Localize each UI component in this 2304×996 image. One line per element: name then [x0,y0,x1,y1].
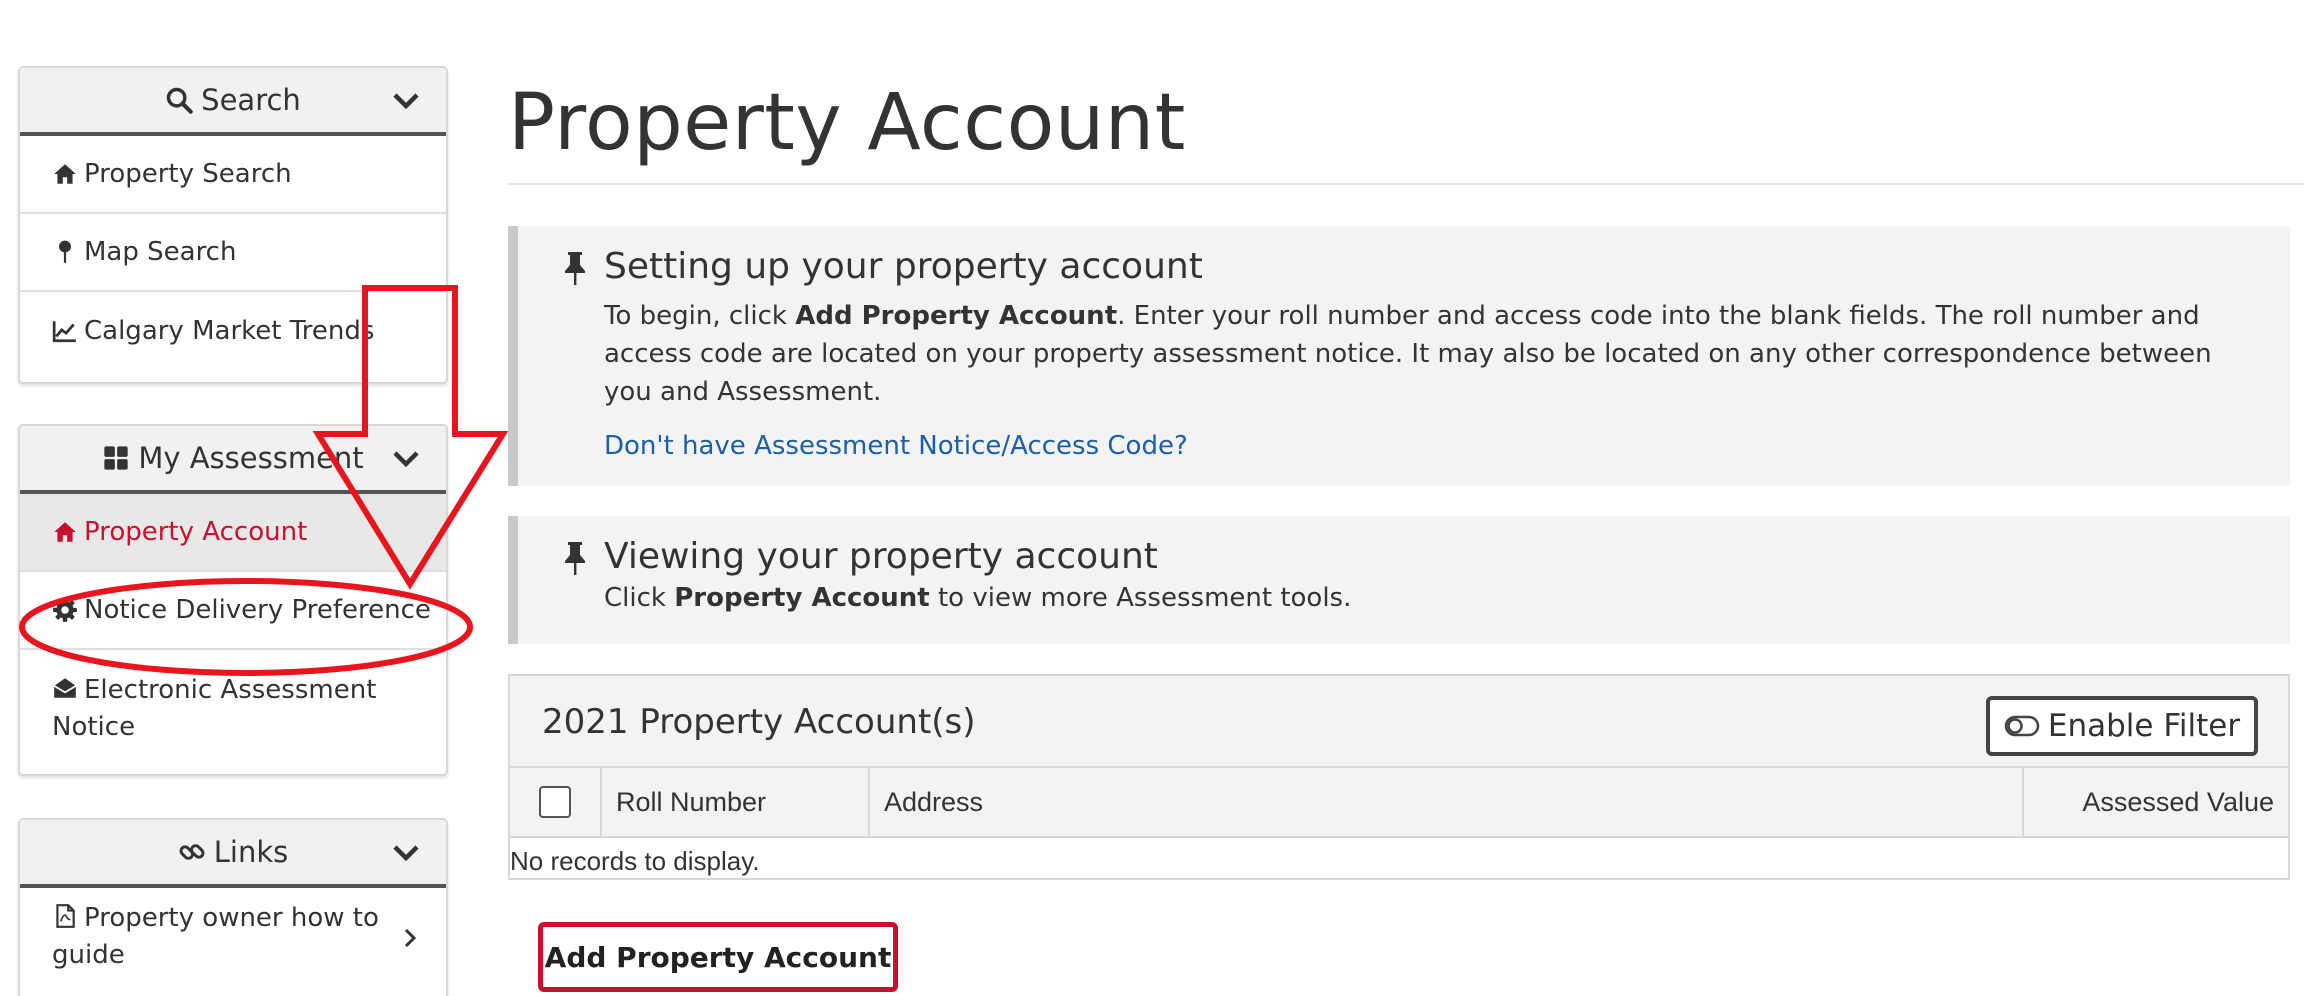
select-all-cell [510,768,602,836]
setup-info-callout: Setting up your property account To begi… [508,226,2290,486]
setup-text: To begin, click Add Property Account. En… [604,301,2212,407]
select-all-checkbox[interactable] [539,786,571,818]
envelope-open-icon [53,678,77,698]
search-panel-header[interactable]: Search [20,68,446,136]
sidebar-item-electronic-notice[interactable]: Electronic Assessment Notice [20,650,446,766]
grid-header: 2021 Property Account(s) Enable Filter [510,676,2288,768]
add-property-account-button[interactable]: Add Property Account [538,922,898,992]
chevron-right-icon [404,928,417,948]
sidebar-item-map-search[interactable]: Map Search [20,214,446,292]
sidebar-item-label: Map Search [84,237,237,267]
links-panel-header[interactable]: Links [20,820,446,888]
sidebar-item-label: Calgary Market Trends [84,316,375,346]
sidebar-item-label: Property owner how to guide [52,903,379,970]
search-panel: Search Property Search Map Search Calgar… [18,66,448,384]
title-divider [508,183,2304,185]
sidebar-item-notice-delivery-preference[interactable]: Notice Delivery Preference [20,572,446,650]
link-icon [179,844,205,860]
pushpin-icon [565,252,585,285]
grid-column-headers: Roll Number Address Assessed Value [510,768,2288,838]
links-panel: Links Property owner how to guide [18,818,448,996]
enable-filter-button[interactable]: Enable Filter [1986,696,2258,756]
enable-filter-label: Enable Filter [2047,708,2241,744]
column-header-roll-number[interactable]: Roll Number [602,768,870,836]
pdf-file-icon [56,904,75,928]
sidebar-item-property-account[interactable]: Property Account [20,494,446,572]
chevron-down-icon[interactable] [392,448,420,470]
gear-icon [53,598,77,622]
sidebar-item-label: Notice Delivery Preference [84,595,431,625]
line-chart-icon [52,321,76,343]
my-assessment-panel: My Assessment Property Account Notice De… [18,424,448,776]
viewing-text: Click Property Account to view more Asse… [604,583,1352,613]
sidebar-item-label: Property Account [84,517,308,547]
grid-title: 2021 Property Account(s) [542,702,976,742]
property-accounts-grid: 2021 Property Account(s) Enable Filter R… [508,674,2290,880]
empty-grid-message: No records to display. [510,846,760,876]
sidebar-item-property-search[interactable]: Property Search [20,136,446,214]
viewing-info-callout: Viewing your property account Click Prop… [508,516,2290,644]
links-panel-title: Links [213,835,289,869]
chevron-down-icon[interactable] [392,90,420,112]
home-icon [54,522,76,542]
page-title: Property Account [508,78,1186,168]
viewing-heading: Viewing your property account [604,536,1158,577]
sidebar-item-owner-guide[interactable]: Property owner how to guide [20,888,446,996]
pushpin-icon [565,542,585,575]
chevron-down-icon[interactable] [392,842,420,864]
no-access-code-link[interactable]: Don't have Assessment Notice/Access Code… [604,431,2250,461]
my-assessment-panel-title: My Assessment [138,441,364,475]
home-icon [54,164,76,184]
map-pin-icon [59,240,71,263]
toggle-off-icon [2004,715,2040,737]
my-assessment-panel-header[interactable]: My Assessment [20,426,446,494]
search-icon [166,87,193,114]
search-panel-title: Search [201,83,301,117]
column-header-address[interactable]: Address [870,768,2024,836]
sidebar-item-label: Electronic Assessment Notice [52,675,377,742]
setup-heading: Setting up your property account [604,246,1203,287]
sidebar-item-label: Property Search [84,159,292,189]
dashboard-grid-icon [104,446,128,470]
column-header-assessed-value[interactable]: Assessed Value [2024,768,2288,836]
sidebar-item-market-trends[interactable]: Calgary Market Trends [20,292,446,370]
